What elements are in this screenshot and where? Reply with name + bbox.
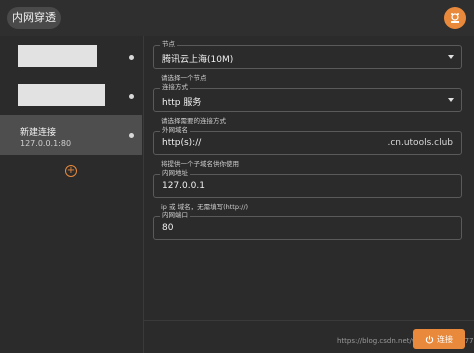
status-dot [129,133,134,138]
ip-field[interactable]: 内网地址 127.0.0.1 [153,169,462,198]
port-value: 80 [162,223,174,233]
port-label: 内网端口 [160,211,190,220]
app-logo-icon[interactable] [444,7,466,29]
status-dot [129,55,134,60]
method-value: http 服务 [162,98,202,108]
chevron-down-icon [448,98,454,102]
connect-label: 连接 [437,334,453,344]
domain-hint: 将提供一个子域名供你使用 [161,160,239,168]
chevron-down-icon [448,55,454,59]
node-hint: 请选择一个节点 [161,74,207,82]
node-select[interactable]: 节点 腾讯云上海(10M) [153,40,462,69]
method-label: 连接方式 [160,83,190,92]
connection-item-2[interactable] [0,76,142,116]
status-dot [129,94,134,99]
ip-hint: ip 或 域名，无需填写(http://) [161,203,249,211]
title-bar: 内网穿透 [0,0,474,36]
connection-item-new[interactable]: 新建连接 127.0.0.1:80 [0,115,142,155]
connect-button[interactable]: 连接 [413,329,465,349]
node-value: 腾讯云上海(10M) [162,55,234,65]
port-field[interactable]: 内网端口 80 [153,211,462,240]
connection-name: 新建连接 [20,128,57,138]
domain-field[interactable]: 外网域名 http(s):// .cn.utools.club [153,126,462,155]
connection-list: 新建连接 127.0.0.1:80 + [0,36,144,353]
power-icon [425,335,434,343]
connection-address: 127.0.0.1:80 [20,139,72,148]
domain-suffix: .cn.utools.club [387,138,453,148]
redacted-name [18,45,97,67]
footer-divider [144,320,474,321]
plus-icon[interactable]: + [65,165,77,177]
domain-label: 外网域名 [160,126,190,135]
method-select[interactable]: 连接方式 http 服务 [153,83,462,112]
method-hint: 请选择需要的连接方式 [161,117,226,125]
ip-value: 127.0.0.1 [162,181,205,191]
connection-item-1[interactable] [0,37,142,77]
app-title: 内网穿透 [7,7,61,29]
node-label: 节点 [160,40,177,49]
redacted-name [18,84,105,106]
domain-prefix: http(s):// [162,138,202,148]
ip-label: 内网地址 [160,169,190,178]
